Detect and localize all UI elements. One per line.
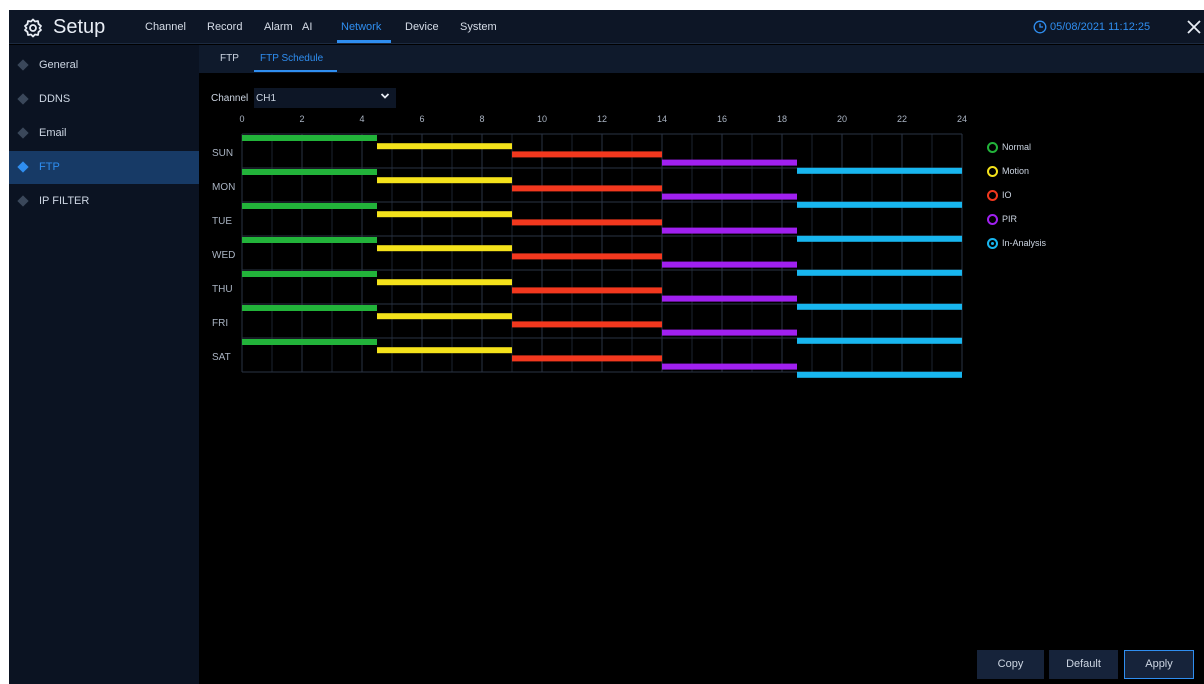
day-label: SAT [212, 352, 231, 363]
schedule-bar-in-analysis [797, 235, 962, 242]
schedule-bar-in-analysis [797, 303, 962, 310]
schedule-bar-in-analysis [797, 269, 962, 276]
schedule-bar-io [512, 151, 662, 158]
day-label: SUN [212, 148, 233, 159]
schedule-bar-motion [377, 279, 512, 286]
schedule-bar-normal [242, 339, 377, 345]
legend-label: Normal [1002, 142, 1032, 152]
schedule-bar-normal [242, 169, 377, 175]
schedule-bar-motion [377, 143, 512, 150]
schedule-bar-io [512, 219, 662, 226]
legend-label: Motion [1002, 166, 1030, 176]
hour-tick-label: 24 [957, 114, 967, 124]
day-label: WED [212, 250, 235, 261]
schedule-bar-in-analysis [797, 201, 962, 208]
hour-tick-label: 2 [299, 114, 304, 124]
schedule-bar-pir [662, 295, 797, 302]
dvr-setup-screen: Setup Channel Record Alarm AI Network De… [9, 10, 1204, 684]
schedule-bar-io [512, 321, 662, 328]
radio-icon [987, 190, 998, 201]
schedule-bar-normal [242, 305, 377, 311]
hour-tick-label: 8 [479, 114, 484, 124]
hour-tick-label: 20 [837, 114, 847, 124]
hour-tick-label: 16 [717, 114, 727, 124]
day-label: FRI [212, 318, 228, 329]
legend-label: PIR [1002, 214, 1018, 224]
schedule-bar-normal [242, 135, 377, 141]
schedule-bar-motion [377, 313, 512, 320]
hour-tick-label: 14 [657, 114, 667, 124]
schedule-bar-motion [377, 245, 512, 252]
hour-tick-label: 6 [419, 114, 424, 124]
schedule-bar-pir [662, 227, 797, 234]
radio-icon [987, 142, 998, 153]
schedule-bar-motion [377, 177, 512, 184]
schedule-bar-io [512, 185, 662, 192]
schedule-bar-in-analysis [797, 371, 962, 378]
copy-button[interactable]: Copy [977, 650, 1044, 679]
hour-tick-label: 22 [897, 114, 907, 124]
default-button[interactable]: Default [1049, 650, 1118, 679]
day-label: MON [212, 182, 235, 193]
schedule-bar-io [512, 287, 662, 294]
schedule-bar-io [512, 253, 662, 260]
radio-icon [987, 214, 998, 225]
schedule-bar-normal [242, 237, 377, 243]
schedule-bar-motion [377, 347, 512, 354]
schedule-bar-pir [662, 159, 797, 166]
schedule-bar-motion [377, 211, 512, 218]
schedule-bar-in-analysis [797, 337, 962, 344]
hour-tick-label: 0 [239, 114, 244, 124]
schedule-bar-normal [242, 203, 377, 209]
apply-button[interactable]: Apply [1124, 650, 1194, 679]
radio-icon [987, 166, 998, 177]
hour-tick-label: 12 [597, 114, 607, 124]
schedule-bar-pir [662, 193, 797, 200]
radio-icon [987, 238, 998, 249]
day-label: THU [212, 284, 233, 295]
legend-label: In-Analysis [1002, 238, 1047, 248]
schedule-bar-pir [662, 329, 797, 336]
legend-label: IO [1002, 190, 1012, 200]
hour-tick-label: 18 [777, 114, 787, 124]
day-label: TUE [212, 216, 232, 227]
schedule-bar-in-analysis [797, 167, 962, 174]
schedule-bar-pir [662, 363, 797, 370]
schedule-grid[interactable]: 0 2 4 6 8 10 12 14 16 18 20 22 24SUNMONTUEWEDTHUFRIS… [9, 10, 1204, 684]
schedule-bar-io [512, 355, 662, 362]
hour-tick-label: 4 [359, 114, 364, 124]
schedule-bar-pir [662, 261, 797, 268]
schedule-bar-normal [242, 271, 377, 277]
hour-tick-label: 10 [537, 114, 547, 124]
